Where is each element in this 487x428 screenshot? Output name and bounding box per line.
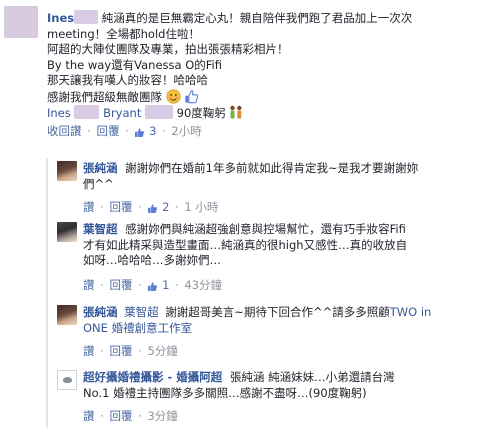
avatar[interactable] (57, 161, 77, 181)
like-count[interactable]: 2 (162, 200, 169, 214)
comment-text: 純涵真的是巨無霸定心丸！親自陪伴我們跑了君品加上一次次 (101, 11, 413, 25)
tagged-person-link[interactable]: Ines (47, 106, 71, 120)
reply-button[interactable]: 回覆 (109, 200, 132, 214)
reply-actions: 讚 · 回覆 · 1 · 43分鐘 (83, 278, 223, 292)
comment-text: 才有如此精采與造型畫面…純涵真的很high又感性…真的收放自 (83, 237, 408, 252)
comment-text: 90度鞠躬 (176, 106, 226, 120)
avatar[interactable] (57, 305, 77, 325)
separator: · (87, 123, 91, 138)
avatar[interactable] (57, 222, 77, 242)
separator: · (125, 123, 129, 138)
comment-author[interactable]: 張純涵 (83, 161, 118, 175)
thumbs-up-icon (185, 89, 199, 103)
comment-text: 謝謝超哥美言~期待下回合作^^請多多照顧 (165, 305, 390, 319)
timestamp[interactable]: 3分鐘 (147, 409, 177, 423)
tag-line: Ines Bryant 90度鞠躬 (47, 105, 483, 122)
reply-body: 葉智超 感謝妳們與純涵超強創意與控場幫忙，還有巧手妝容Fifi 才有如此精采與造… (83, 222, 485, 269)
like-count[interactable]: 1 (162, 278, 169, 292)
main-comment-line-6: 感謝我們超級無敵團隊 (47, 88, 483, 106)
comment-text: 謝謝妳們在婚前1年多前就如此得肯定我~是我才要謝謝妳 (125, 161, 419, 175)
reply-body: 超好攝婚禮攝影 - 婚攝阿超 張純涵 純涵妹妹…小弟還請台灣 No.1 婚禮主持… (83, 370, 485, 401)
comment-text: 那天讓我有嘆人的妝容！哈哈哈 (47, 73, 208, 87)
comment-text: 阿超的大陣仗團隊及專業，拍出張張精彩相片！ (47, 42, 289, 56)
reply-button[interactable]: 回覆 (109, 409, 132, 423)
comment-text: meeting！全場都hold住啦！ (47, 26, 200, 41)
comment-author[interactable]: 張純涵 (83, 305, 118, 319)
reply-actions: 讚 · 回覆 · 5分鐘 (83, 344, 178, 358)
like-count-thumb-icon[interactable] (147, 281, 158, 292)
reply-button[interactable]: 回覆 (109, 344, 132, 358)
main-comment-body: Ines 純涵真的是巨無霸定心丸！親自陪伴我們跑了君品加上一次次 meeting… (47, 10, 483, 139)
timestamp[interactable]: 1 小時 (184, 200, 218, 214)
comment-text: By the way還有Vanessa O的Fifi (47, 57, 222, 72)
reply-actions: 讚 · 回覆 · 3分鐘 (83, 409, 178, 423)
reply-button[interactable]: 回覆 (96, 124, 119, 138)
bowing-people-emoji-icon (230, 105, 242, 119)
reply-body: 張純涵 謝謝妳們在婚前1年多前就如此得肯定我~是我才要謝謝妳 們^^ (83, 161, 485, 192)
comment-text: 們^^ (83, 176, 114, 191)
like-button[interactable]: 讚 (83, 200, 95, 214)
comment-text: 感謝妳們與純涵超強創意與控場幫忙，還有巧手妝容Fifi (125, 222, 406, 236)
blushing-smile-emoji-icon (166, 88, 181, 104)
timestamp[interactable]: 43分鐘 (184, 278, 222, 292)
comment-author[interactable]: Ines (47, 11, 74, 25)
tagged-person-link[interactable]: Bryant (103, 106, 141, 120)
like-button[interactable]: 讚 (83, 278, 95, 292)
unlike-button[interactable]: 收回讚 (47, 124, 82, 138)
reply-actions: 讚 · 回覆 · 2 · 1 小時 (83, 200, 219, 214)
like-count-thumb-icon[interactable] (147, 203, 158, 214)
page-link[interactable]: ONE 婚禮創意工作室 (83, 321, 485, 337)
reply-button[interactable]: 回覆 (109, 278, 132, 292)
redacted-name (145, 105, 173, 119)
redacted-name (74, 10, 99, 24)
avatar[interactable] (4, 6, 38, 38)
main-comment-actions: 收回讚 · 回覆 · 3 · 2小時 (47, 124, 483, 140)
avatar[interactable] (57, 370, 77, 390)
comment-author[interactable]: 葉智超 (83, 222, 118, 236)
timestamp[interactable]: 5分鐘 (147, 344, 177, 358)
like-count-thumb-icon[interactable] (134, 127, 145, 138)
separator: · (162, 123, 166, 138)
studio-logo-icon (63, 377, 72, 383)
main-comment-line-1: Ines 純涵真的是巨無霸定心丸！親自陪伴我們跑了君品加上一次次 (47, 10, 483, 27)
reply-thread-line (46, 158, 48, 428)
comment-text: 如呀…哈哈哈…多謝妳們… (83, 253, 221, 267)
timestamp[interactable]: 2小時 (171, 124, 201, 138)
reply-body: 張純涵 葉智超 謝謝超哥美言~期待下回合作^^請多多照顧TWO in ONE 婚… (83, 305, 485, 336)
redacted-name (74, 105, 100, 119)
comment-text: No.1 婚禮主持團隊多多關照…感謝不盡呀…(90度鞠躬) (83, 385, 367, 400)
comment-author[interactable]: 超好攝婚禮攝影 - 婚攝阿超 (83, 370, 222, 384)
like-button[interactable]: 讚 (83, 344, 95, 358)
comment-text: 張純涵 純涵妹妹…小弟還請台灣 (229, 370, 395, 384)
like-button[interactable]: 讚 (83, 409, 95, 423)
like-count[interactable]: 3 (149, 124, 156, 138)
page-link[interactable]: TWO in (390, 305, 432, 319)
comment-text: 感謝我們超級無敵團隊 (47, 89, 162, 104)
tagged-person-link[interactable]: 葉智超 (124, 305, 159, 319)
